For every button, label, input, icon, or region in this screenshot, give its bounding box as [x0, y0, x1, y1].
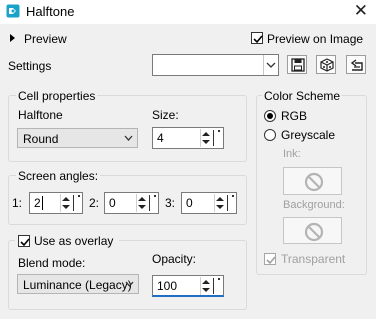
- spin-arrows[interactable]: [200, 277, 211, 295]
- prohibited-icon: [304, 172, 324, 192]
- slider-handle[interactable]: [73, 195, 74, 211]
- opacity-value: 100: [157, 279, 178, 293]
- slider-handle[interactable]: [227, 195, 228, 211]
- chevron-down-icon: [124, 135, 133, 141]
- radio-unselected: [264, 129, 276, 141]
- chevron-down-icon: [266, 62, 276, 68]
- prohibited-icon: [304, 222, 324, 242]
- dice-icon: [320, 58, 334, 72]
- blend-mode-label: Blend mode:: [18, 256, 86, 270]
- checkbox-box: [264, 253, 276, 265]
- ink-label: Ink:: [283, 148, 301, 160]
- settings-label: Settings: [8, 59, 52, 73]
- spin-arrows[interactable]: [60, 194, 71, 212]
- background-color-swatch: [283, 217, 342, 244]
- size-value: 4: [157, 131, 164, 145]
- checkmark-icon: [266, 256, 276, 265]
- angle-2-label: 2:: [89, 196, 100, 210]
- slider-handle[interactable]: [149, 195, 150, 211]
- dropdown-arrow: [263, 55, 278, 75]
- radio-selected: [264, 110, 276, 122]
- rgb-radio[interactable]: RGB: [264, 108, 324, 124]
- use-as-overlay-checkbox[interactable]: Use as overlay: [15, 233, 119, 249]
- text-cursor: [42, 196, 43, 210]
- color-scheme-title: Color Scheme: [262, 89, 343, 103]
- size-label: Size:: [152, 108, 179, 122]
- angle-1-value: 2: [34, 196, 41, 210]
- app-icon: [6, 4, 20, 18]
- cell-properties-title: Cell properties: [16, 89, 98, 103]
- opacity-spinbox[interactable]: 100: [152, 275, 224, 297]
- opacity-label: Opacity:: [152, 252, 197, 266]
- checkbox-box: [251, 32, 263, 44]
- save-preset-button[interactable]: [287, 55, 307, 74]
- blend-mode-select[interactable]: Luminance (Legacy): [17, 274, 139, 294]
- preview-toggle[interactable]: Preview: [8, 31, 78, 47]
- chevron-down-icon: [125, 281, 134, 287]
- spin-arrows[interactable]: [200, 129, 211, 147]
- reset-icon: [350, 59, 363, 71]
- angle-3-value: 0: [186, 196, 193, 210]
- blend-mode-value: Luminance (Legacy): [23, 278, 132, 292]
- angle-1-label: 1:: [12, 196, 23, 210]
- reset-button[interactable]: [346, 55, 366, 74]
- close-icon[interactable]: ✕: [354, 1, 368, 21]
- use-as-overlay-label: Use as overlay: [34, 234, 114, 248]
- slider-handle[interactable]: [213, 278, 214, 294]
- checkmark-icon: [20, 238, 30, 247]
- transparent-checkbox: Transparent: [264, 251, 364, 267]
- rgb-label: RGB: [281, 109, 308, 123]
- background-label: Background:: [283, 199, 345, 211]
- window-title: Halftone: [26, 4, 75, 19]
- preview-on-image-label: Preview on Image: [267, 32, 364, 46]
- checkbox-box: [18, 235, 30, 247]
- angle-3-spinbox[interactable]: 0: [181, 192, 237, 214]
- save-icon: [291, 58, 305, 72]
- settings-dropdown[interactable]: [152, 54, 279, 76]
- title-bar: Halftone ✕: [0, 0, 376, 24]
- greyscale-label: Greyscale: [281, 128, 336, 142]
- screen-angles-title: Screen angles:: [16, 169, 101, 183]
- greyscale-radio[interactable]: Greyscale: [264, 127, 354, 143]
- triangle-right-icon: [10, 34, 15, 42]
- preview-label: Preview: [24, 32, 67, 46]
- ink-color-swatch: [283, 167, 342, 195]
- halftone-label: Halftone: [18, 108, 63, 122]
- preview-on-image-checkbox[interactable]: Preview on Image: [251, 31, 371, 47]
- slider-handle[interactable]: [213, 130, 214, 146]
- spin-arrows[interactable]: [214, 194, 225, 212]
- angle-2-value: 0: [109, 196, 116, 210]
- halftone-value: Round: [23, 132, 59, 146]
- transparent-label: Transparent: [281, 252, 346, 266]
- angle-2-spinbox[interactable]: 0: [104, 192, 159, 214]
- halftone-select[interactable]: Round: [17, 128, 138, 148]
- checkmark-icon: [253, 35, 263, 44]
- randomize-button[interactable]: [316, 55, 336, 74]
- spin-arrows[interactable]: [136, 194, 147, 212]
- size-spinbox[interactable]: 4: [152, 127, 224, 149]
- angle-1-spinbox[interactable]: 2: [29, 192, 83, 214]
- angle-3-label: 3:: [165, 196, 176, 210]
